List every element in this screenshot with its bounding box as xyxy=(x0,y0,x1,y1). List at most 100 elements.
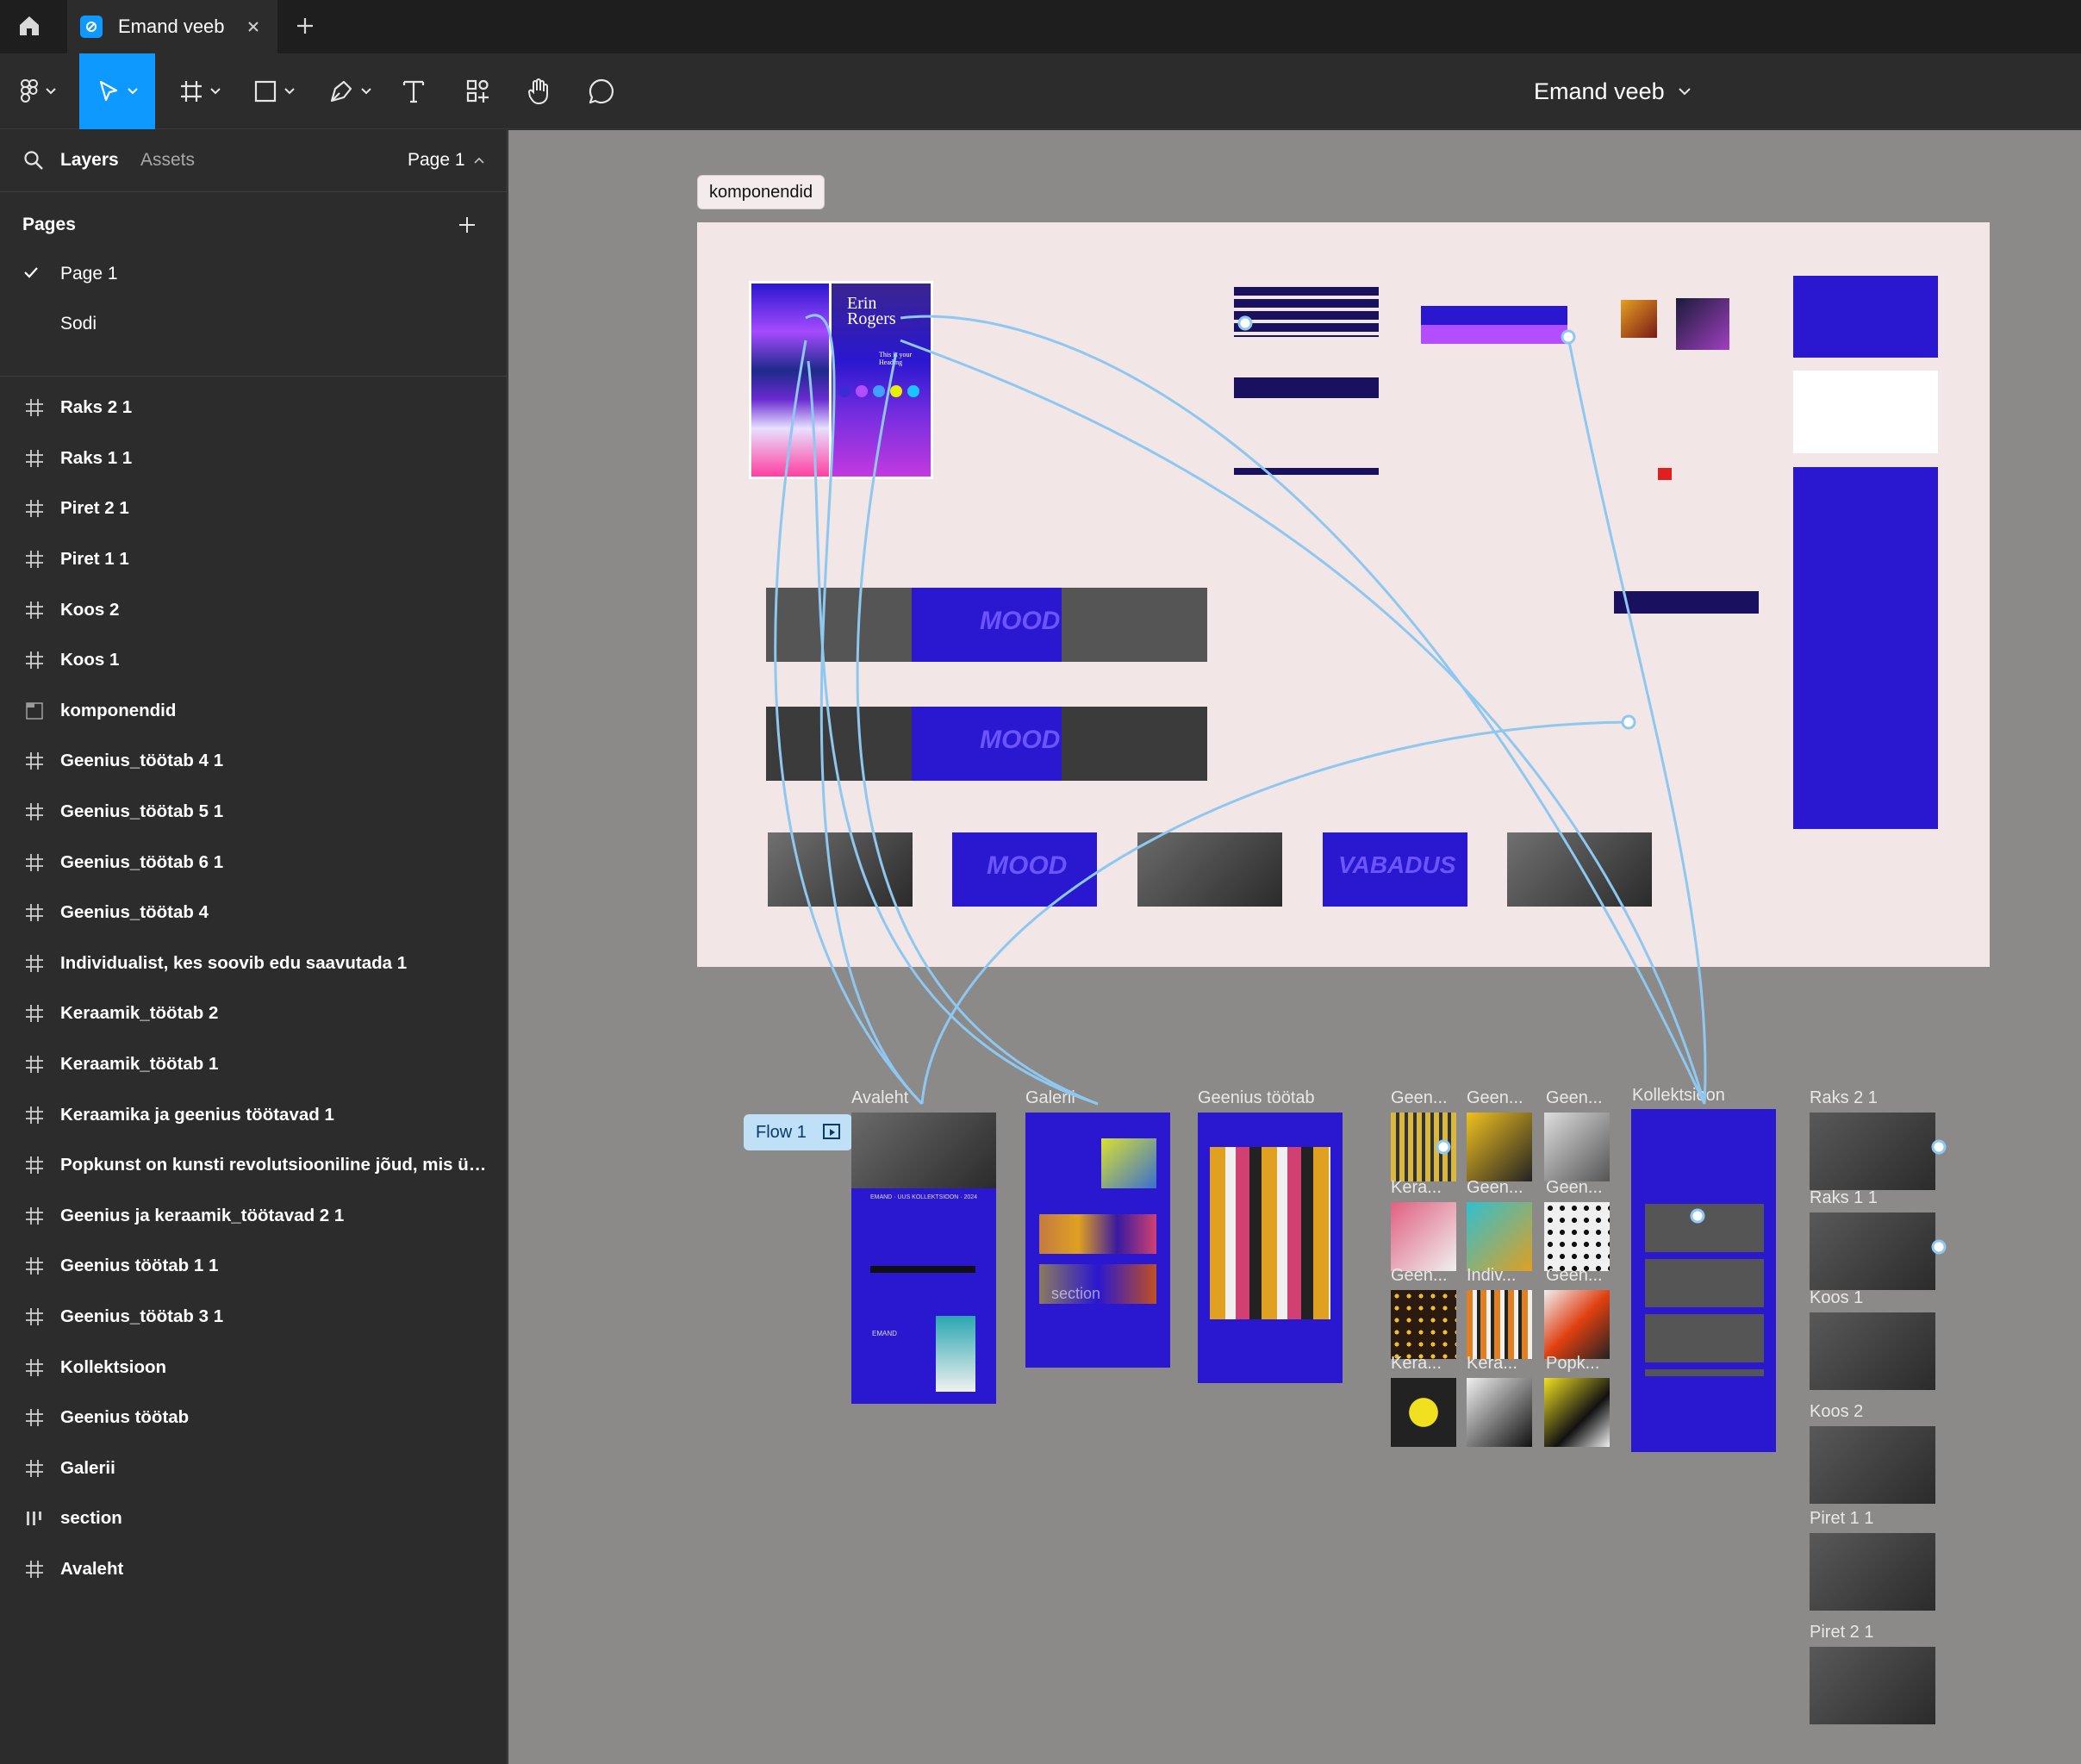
frame-koos2[interactable] xyxy=(1810,1426,1935,1504)
move-tool-button[interactable] xyxy=(79,53,155,129)
layer-item[interactable]: Piret 2 1 xyxy=(0,483,508,534)
layer-item[interactable]: section xyxy=(0,1493,508,1544)
layer-item[interactable]: Geenius töötab 1 1 xyxy=(0,1241,508,1292)
frame-label-geen[interactable]: Geen... xyxy=(1391,1266,1448,1286)
slide-thumb[interactable] xyxy=(1137,832,1282,907)
frame-geenius-thumb[interactable] xyxy=(1544,1113,1610,1181)
slider-row-1[interactable]: MOOD xyxy=(766,588,1207,662)
layer-item[interactable]: Galerii xyxy=(0,1443,508,1493)
frame-piret21[interactable] xyxy=(1810,1647,1935,1724)
frame-keraamik-thumb[interactable] xyxy=(1391,1378,1456,1447)
frame-label-kera[interactable]: Kera... xyxy=(1467,1354,1517,1374)
layer-item[interactable]: Koos 1 xyxy=(0,635,508,686)
frame-raks21[interactable] xyxy=(1810,1113,1935,1190)
tab-assets[interactable]: Assets xyxy=(140,150,195,171)
layer-item[interactable]: Geenius_töötab 5 1 xyxy=(0,787,508,838)
frame-popkunst-thumb[interactable] xyxy=(1544,1378,1610,1447)
frame-label-indiv[interactable]: Indiv... xyxy=(1467,1266,1516,1286)
frame-label-raks21[interactable]: Raks 2 1 xyxy=(1810,1088,1878,1108)
frame-geenius-thumb[interactable] xyxy=(1467,1113,1532,1181)
slide-thumb[interactable]: VABADUS xyxy=(1323,832,1467,907)
layer-item[interactable]: Geenius_töötab 6 1 xyxy=(0,837,508,888)
frame-label-kera[interactable]: Kera... xyxy=(1391,1178,1442,1198)
layer-item[interactable]: Koos 2 xyxy=(0,584,508,635)
frame-label-popk[interactable]: Popk... xyxy=(1546,1354,1599,1374)
layer-item[interactable]: Geenius_töötab 3 1 xyxy=(0,1292,508,1343)
frame-tool-button[interactable] xyxy=(172,53,227,129)
slide-thumb[interactable] xyxy=(768,832,913,907)
main-menu-button[interactable] xyxy=(12,53,64,129)
frame-geenius-thumb[interactable] xyxy=(1544,1290,1610,1359)
present-icon[interactable] xyxy=(822,1123,843,1142)
layer-item[interactable]: Geenius ja keraamik_töötavad 2 1 xyxy=(0,1191,508,1242)
search-icon[interactable] xyxy=(22,149,45,171)
icon-component[interactable] xyxy=(1658,468,1672,480)
frame-keraamik-thumb[interactable] xyxy=(1391,1202,1456,1271)
frame-label-geen[interactable]: Geen... xyxy=(1546,1088,1603,1108)
hand-tool-button[interactable] xyxy=(517,53,560,129)
frame-label-galerii[interactable]: Galerii xyxy=(1025,1088,1075,1108)
layer-item[interactable]: Geenius_töötab 4 1 xyxy=(0,736,508,787)
frame-label-geen[interactable]: Geen... xyxy=(1546,1178,1603,1198)
frame-kollektsioon[interactable] xyxy=(1631,1109,1776,1452)
frame-geenius-tootab[interactable] xyxy=(1198,1113,1343,1383)
banner-component[interactable] xyxy=(1421,306,1567,344)
frame-label-geenius-tootab[interactable]: Geenius töötab xyxy=(1198,1088,1315,1108)
frame-avaleht[interactable]: EMAND · UUS KOLLEKTSIOON · 2024 EMAND xyxy=(851,1113,996,1404)
section-label[interactable]: komponendid xyxy=(697,175,826,209)
comment-tool-button[interactable] xyxy=(579,53,624,129)
tab-layers[interactable]: Layers xyxy=(60,150,119,171)
color-block-tall-blue[interactable] xyxy=(1793,467,1938,829)
layer-item[interactable]: Individualist, kes soovib edu saavutada … xyxy=(0,938,508,989)
frame-geenius-thumb[interactable] xyxy=(1391,1290,1456,1359)
frame-label-koos1[interactable]: Koos 1 xyxy=(1810,1288,1863,1308)
frame-label-piret11[interactable]: Piret 1 1 xyxy=(1810,1509,1873,1529)
layer-item[interactable]: Raks 2 1 xyxy=(0,383,508,433)
slider-row-2[interactable]: MOOD xyxy=(766,707,1207,781)
frame-galerii[interactable]: section xyxy=(1025,1113,1170,1368)
photo-component[interactable] xyxy=(1621,300,1657,338)
frame-label-kollektsioon[interactable]: Kollektsioon xyxy=(1632,1086,1725,1106)
file-tab[interactable]: Emand veeb xyxy=(67,0,277,53)
frame-label-avaleht[interactable]: Avaleht xyxy=(851,1088,908,1108)
color-block-white[interactable] xyxy=(1793,371,1938,453)
frame-label-geen[interactable]: Geen... xyxy=(1546,1266,1603,1286)
frame-geenius-thumb[interactable] xyxy=(1391,1113,1456,1181)
page-selector[interactable]: Page 1 xyxy=(408,150,484,171)
layer-item[interactable]: Geenius_töötab 4 xyxy=(0,888,508,938)
layer-item[interactable]: Kollektsioon xyxy=(0,1342,508,1393)
slide-thumb[interactable] xyxy=(1507,832,1652,907)
page-item-sodi[interactable]: Sodi xyxy=(0,302,508,346)
layer-item[interactable]: Keraamik_töötab 2 xyxy=(0,988,508,1039)
layer-item[interactable]: Geenius töötab xyxy=(0,1393,508,1443)
frame-label-kera[interactable]: Kera... xyxy=(1391,1354,1442,1374)
frame-label-geen[interactable]: Geen... xyxy=(1391,1088,1448,1108)
nav-bar-component[interactable] xyxy=(1234,287,1379,337)
resources-tool-button[interactable] xyxy=(457,53,500,129)
layer-item[interactable]: Popkunst on kunsti revolutsiooniline jõu… xyxy=(0,1140,508,1191)
layer-item[interactable]: komponendid xyxy=(0,686,508,737)
layer-item[interactable]: Raks 1 1 xyxy=(0,433,508,484)
frame-label-raks11[interactable]: Raks 1 1 xyxy=(1810,1188,1878,1208)
frame-keraamik-thumb[interactable] xyxy=(1467,1378,1532,1447)
frame-geenius-thumb[interactable] xyxy=(1467,1202,1532,1271)
divider-component[interactable] xyxy=(1234,468,1379,475)
close-tab-icon[interactable] xyxy=(244,17,263,36)
frame-label-piret21[interactable]: Piret 2 1 xyxy=(1810,1623,1873,1642)
frame-koos1[interactable] xyxy=(1810,1312,1935,1390)
text-tool-button[interactable] xyxy=(393,53,434,129)
new-tab-button[interactable] xyxy=(290,10,321,41)
strip-component[interactable] xyxy=(1614,591,1759,614)
shape-tool-button[interactable] xyxy=(246,53,302,129)
photo-component[interactable] xyxy=(1676,298,1729,350)
color-block-blue[interactable] xyxy=(1793,276,1938,358)
document-title-menu[interactable]: Emand veeb xyxy=(1534,53,1691,129)
frame-label-geen[interactable]: Geen... xyxy=(1467,1178,1523,1198)
frame-label-koos2[interactable]: Koos 2 xyxy=(1810,1402,1863,1422)
layer-item[interactable]: Keraamika ja geenius töötavad 1 xyxy=(0,1089,508,1140)
layer-item[interactable]: Keraamik_töötab 1 xyxy=(0,1039,508,1090)
home-button[interactable] xyxy=(12,9,47,43)
moodboard-frame[interactable]: Erin Rogers This is your Heading xyxy=(749,281,933,479)
footer-component[interactable] xyxy=(1234,377,1379,398)
frame-piret11[interactable] xyxy=(1810,1533,1935,1611)
